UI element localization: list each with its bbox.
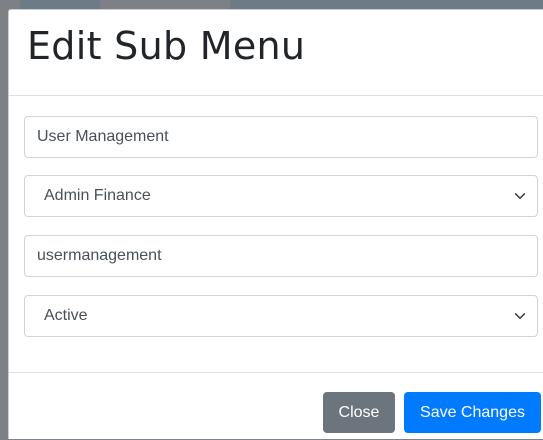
- url-value: usermanagement: [37, 247, 162, 264]
- url-input[interactable]: usermanagement: [24, 235, 538, 277]
- status-select[interactable]: Active: [24, 295, 538, 337]
- submenu-title-value: User Management: [37, 128, 169, 145]
- chevron-down-icon: [514, 313, 526, 319]
- edit-submenu-modal: Edit Sub Menu User Management Admin Fina…: [8, 9, 543, 439]
- modal-header: Edit Sub Menu: [9, 10, 543, 96]
- menu-select-value: Admin Finance: [44, 187, 151, 204]
- modal-title: Edit Sub Menu: [27, 24, 306, 68]
- close-button[interactable]: Close: [323, 392, 395, 433]
- save-changes-button[interactable]: Save Changes: [404, 392, 541, 433]
- menu-select[interactable]: Admin Finance: [24, 175, 538, 217]
- modal-footer: Close Save Changes: [9, 372, 543, 440]
- submenu-title-input[interactable]: User Management: [24, 116, 538, 158]
- status-select-value: Active: [44, 307, 88, 324]
- chevron-down-icon: [514, 193, 526, 199]
